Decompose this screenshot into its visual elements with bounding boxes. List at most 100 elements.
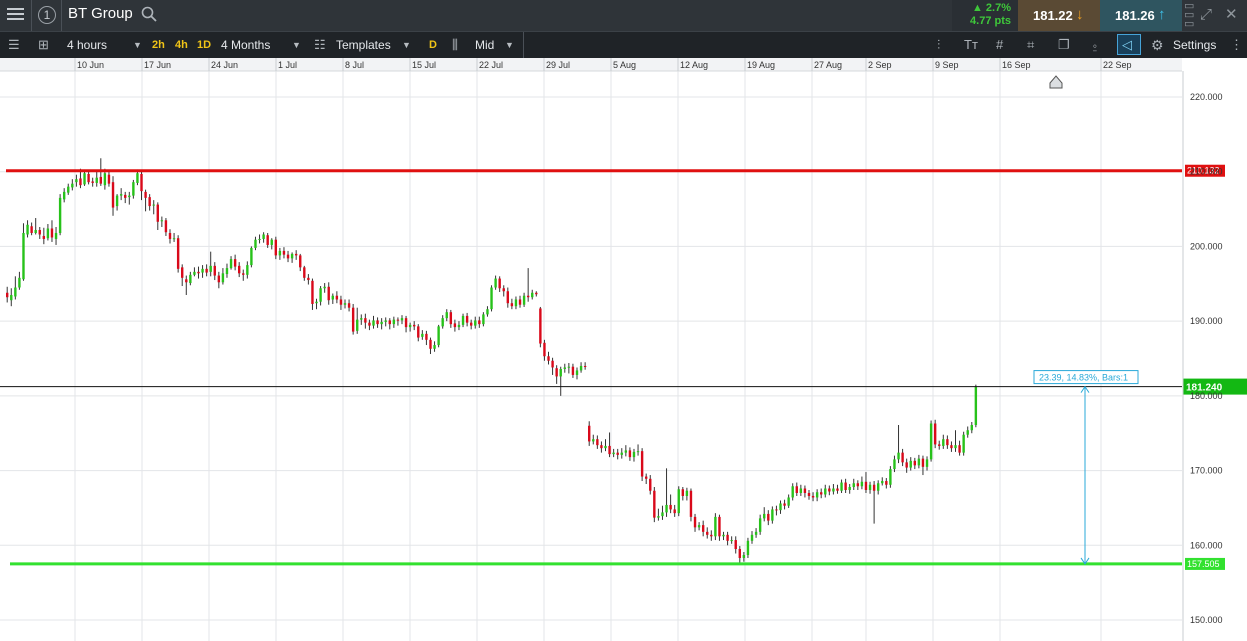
candle-down	[425, 333, 428, 340]
candle-down	[616, 452, 619, 455]
layout-icon[interactable]: ⊞	[38, 32, 49, 58]
price-tick-label: 210.000	[1190, 167, 1223, 177]
candle-up	[278, 250, 282, 256]
candle-down	[938, 444, 941, 446]
candle-down	[547, 356, 550, 361]
instrument-title[interactable]: BT Group	[68, 5, 133, 22]
candle-up	[254, 239, 257, 248]
candle-up	[22, 232, 25, 280]
daily-change: ▲ 2.7% 4.77 pts	[952, 0, 1018, 31]
interval-caret-icon[interactable]: ▼	[133, 32, 142, 58]
date-tick-label: 29 Jul	[546, 60, 570, 70]
close-icon[interactable]: ✕	[1225, 5, 1238, 23]
templates-menu[interactable]: Templates	[336, 32, 391, 58]
candle-up	[897, 452, 900, 460]
price-tick-label: 180.000	[1190, 391, 1223, 401]
candle-up	[384, 320, 387, 322]
hamburger-menu-icon[interactable]	[4, 5, 28, 25]
list-icon[interactable]: ☰	[8, 32, 20, 58]
candle-up	[229, 259, 233, 269]
info-icon[interactable]: 1	[38, 6, 56, 24]
candle-up	[34, 229, 37, 233]
alert-icon[interactable]: ⍛	[1091, 32, 1099, 58]
candle-up	[115, 195, 119, 207]
candle-type-icon[interactable]: ⫼	[452, 32, 458, 58]
grid-icon[interactable]: #	[996, 32, 1003, 58]
date-tick-label: 10 Jun	[77, 60, 104, 70]
candle-up	[290, 253, 294, 259]
candle-up	[612, 452, 615, 455]
price-type-caret-icon[interactable]: ▼	[505, 32, 514, 58]
candle-up	[714, 516, 717, 537]
quick-interval-2h[interactable]: 2h	[152, 32, 165, 58]
more-options-icon[interactable]: ▭ ▭ ▭	[1184, 1, 1194, 30]
candle-down	[872, 484, 876, 491]
price-tick-label: 200.000	[1190, 241, 1223, 251]
candle-down	[913, 460, 917, 466]
sell-price: 181.22	[1033, 8, 1073, 23]
price-type-select[interactable]: Mid	[475, 32, 494, 58]
templates-icon[interactable]: ☷	[314, 32, 326, 58]
candle-up	[730, 540, 733, 542]
candle-down	[588, 425, 591, 442]
candle-down	[689, 490, 693, 517]
candle-up	[779, 503, 782, 511]
home-icon[interactable]	[1049, 75, 1063, 89]
candle-down	[335, 295, 339, 300]
copy-icon[interactable]: ❐	[1058, 32, 1070, 58]
candle-down	[767, 513, 770, 521]
interval-select[interactable]: 4 hours	[67, 32, 107, 58]
candle-up	[225, 268, 229, 275]
range-select[interactable]: 4 Months	[221, 32, 270, 58]
change-points: 4.77 pts	[970, 15, 1011, 27]
draw-mode-button[interactable]: D	[429, 32, 437, 58]
templates-caret-icon[interactable]: ▼	[402, 32, 411, 58]
range-caret-icon[interactable]: ▼	[292, 32, 301, 58]
candle-down	[726, 534, 729, 541]
price-chart[interactable]: 210.132157.505181.24023.39, 14.83%, Bars…	[0, 58, 1247, 641]
quick-interval-4h[interactable]: 4h	[175, 32, 188, 58]
candle-up	[331, 295, 334, 300]
candle-up	[909, 460, 912, 468]
candle-down	[274, 239, 278, 256]
candle-up	[246, 265, 249, 275]
candle-up	[486, 309, 489, 315]
support-label: 157.505	[1187, 559, 1220, 569]
candle-up	[392, 319, 396, 325]
candle-down	[6, 292, 9, 298]
candle-down	[885, 481, 888, 485]
candle-down	[181, 267, 184, 278]
candle-down	[478, 320, 481, 325]
date-tick-label: 22 Sep	[1103, 60, 1132, 70]
down-arrow-icon: ↓	[1076, 6, 1084, 23]
crosshair-icon[interactable]: ⌗	[1027, 32, 1034, 58]
candle-down	[217, 275, 221, 283]
candle-down	[864, 481, 868, 490]
candle-down	[404, 318, 408, 328]
buy-button[interactable]: 181.26 ↑	[1100, 0, 1182, 31]
candle-up	[592, 439, 595, 442]
quick-interval-1d[interactable]: 1D	[197, 32, 211, 58]
expand-icon[interactable]: ⤢	[1200, 6, 1212, 23]
candle-up	[400, 318, 404, 321]
candle-down	[294, 253, 298, 256]
gear-icon[interactable]: ⚙	[1151, 32, 1164, 58]
price-axis: 220.000 210.000 200.000 190.000 180.000 170.0…	[1182, 71, 1223, 641]
candle-down	[856, 483, 860, 487]
candle-down	[376, 320, 379, 325]
candle-down	[653, 490, 656, 518]
indicator-icon[interactable]: ⫶	[937, 32, 940, 58]
settings-button[interactable]: Settings	[1173, 32, 1216, 58]
text-tool-icon[interactable]: Tт	[964, 32, 978, 58]
candle-up	[408, 324, 412, 328]
candle-up	[445, 312, 448, 319]
candle-up	[71, 183, 74, 188]
sell-button[interactable]: 181.22 ↓	[1018, 0, 1100, 31]
date-tick-label: 19 Aug	[747, 60, 775, 70]
more-icon[interactable]: ⋮	[1230, 32, 1243, 58]
date-tick-label: 8 Jul	[345, 60, 364, 70]
candle-up	[474, 320, 477, 326]
search-icon[interactable]	[141, 6, 157, 22]
candle-down	[50, 228, 54, 238]
date-tick-label: 1 Jul	[278, 60, 297, 70]
